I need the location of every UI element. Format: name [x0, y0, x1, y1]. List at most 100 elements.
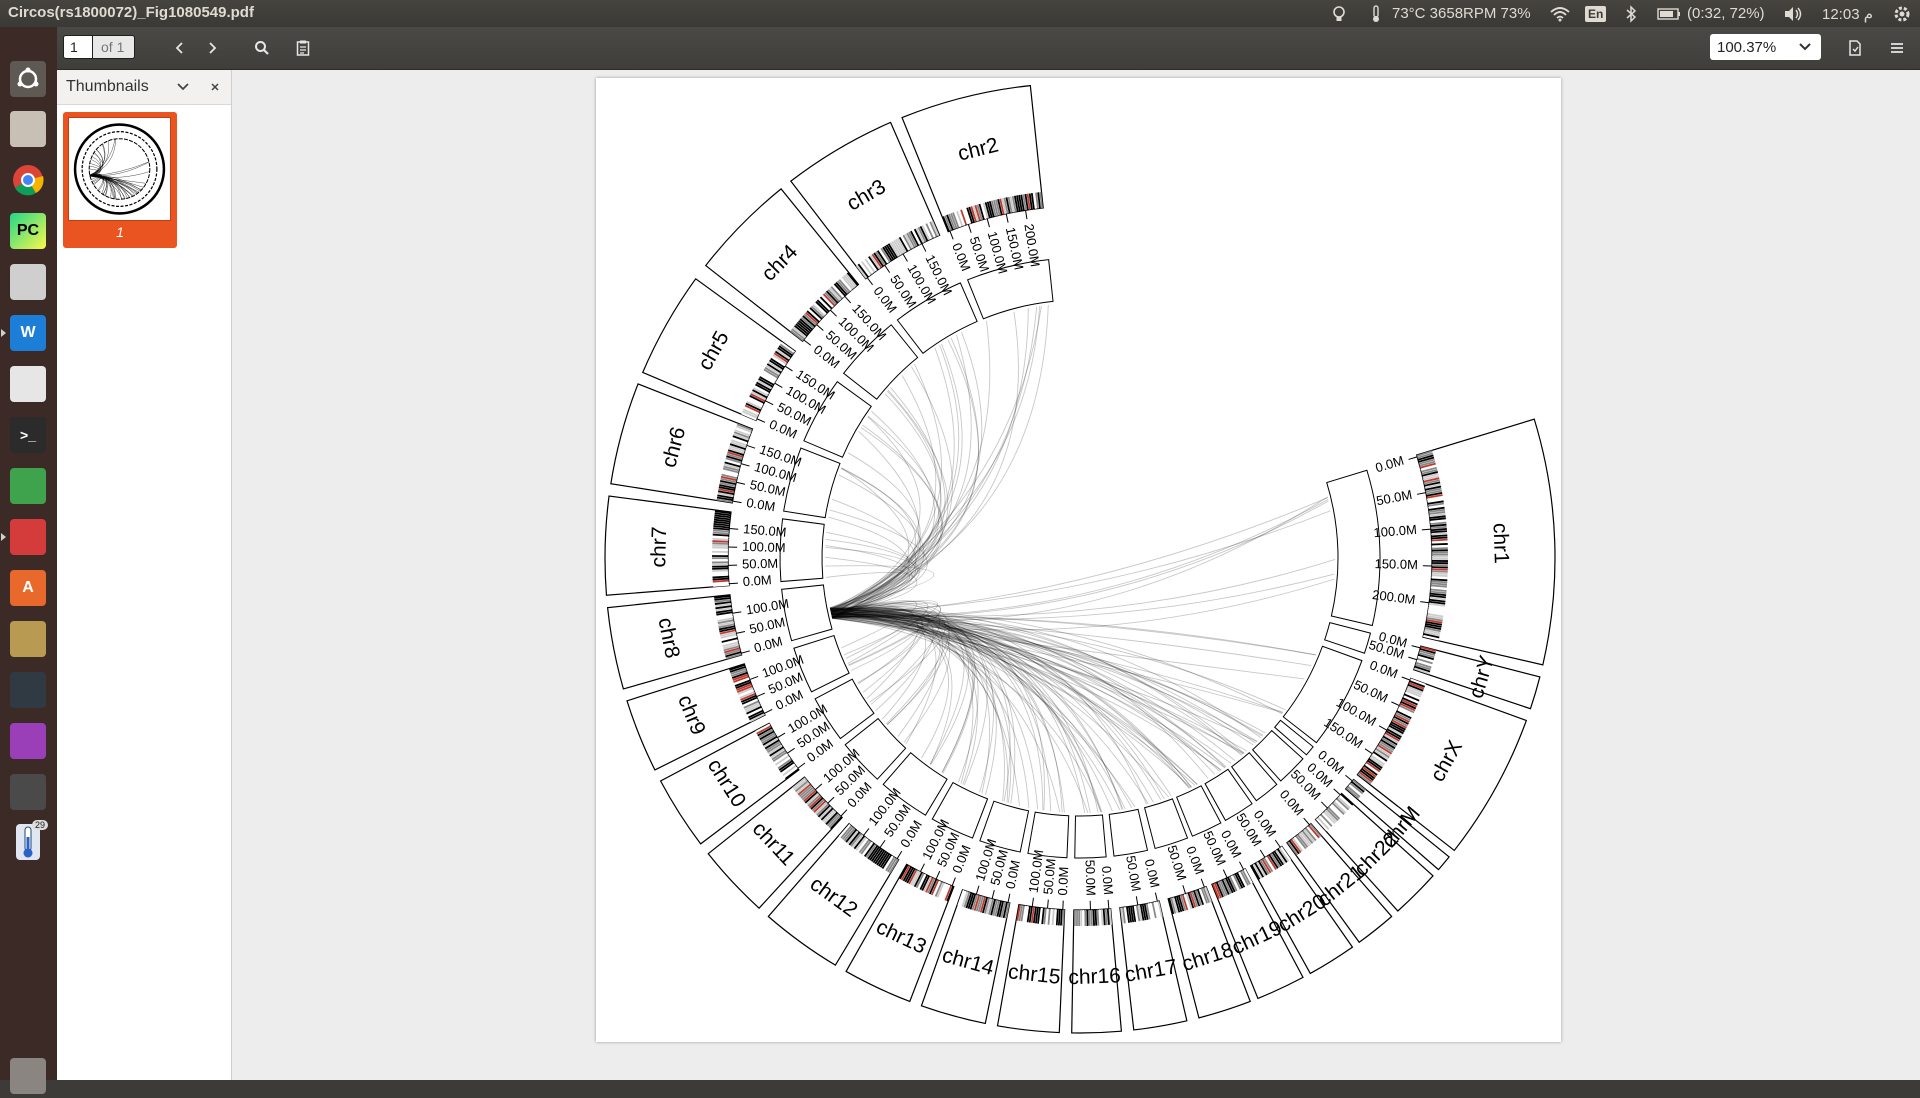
trash-icon[interactable]: [6, 1054, 50, 1098]
chr7-cytoband: [712, 542, 728, 544]
chr1-cytoband: [1432, 566, 1448, 568]
chr16-tick-label: 0.0M: [1099, 865, 1116, 895]
pdf-page[interactable]: 0.0M50.0M100.0M150.0M200.0M0.0M50.0M0.0M…: [596, 78, 1561, 1042]
volume-icon[interactable]: [1783, 0, 1803, 27]
settings-gear-icon[interactable]: [1893, 0, 1911, 27]
thermometer-icon[interactable]: 29: [6, 820, 50, 864]
document-toolbar: of 1 100.37%: [57, 27, 1920, 70]
chr16-cytoband: [1082, 910, 1084, 926]
chr10-tick: [798, 763, 805, 768]
chrome-icon[interactable]: [6, 158, 50, 202]
chr1-cytoband: [1432, 558, 1448, 560]
chrY-tick: [1408, 657, 1417, 660]
search-button[interactable]: [248, 35, 276, 61]
chr7-label: chr7: [647, 526, 671, 567]
clock[interactable]: م 12:03: [1822, 0, 1873, 27]
chr16-tick-label: 50.0M: [1083, 859, 1099, 896]
chr16-cytoband: [1084, 910, 1086, 926]
wifi-icon[interactable]: [1550, 0, 1570, 27]
system-monitor-icon[interactable]: [6, 668, 50, 712]
wps-writer-icon[interactable]: W: [6, 311, 50, 355]
thumbnails-sidebar: Thumbnails 1: [57, 70, 232, 1080]
chr7-tick-label: 0.0M: [742, 572, 772, 589]
menu-button[interactable]: [1883, 35, 1911, 61]
terminal-icon-glyph: >_: [10, 417, 46, 453]
file-manager-icon[interactable]: [6, 107, 50, 151]
chr1-tick-label: 50.0M: [1375, 487, 1413, 508]
spreadsheet-icon[interactable]: [6, 464, 50, 508]
chr7-cytoband: [712, 563, 728, 565]
battery-icon[interactable]: [1657, 0, 1681, 27]
lightbulb-icon[interactable]: [1330, 0, 1348, 27]
chr1-cytoband: [1432, 554, 1448, 556]
chr18-tick: [1201, 879, 1204, 887]
sidebar-title: Thumbnails: [66, 78, 149, 96]
previous-page-button[interactable]: [167, 35, 193, 61]
chr1-cytoband: [1432, 568, 1448, 570]
document-viewer-icon[interactable]: [6, 362, 50, 406]
zoom-value: 100.37%: [1717, 39, 1776, 56]
close-sidebar-icon[interactable]: [210, 82, 220, 92]
chr7-cytoband: [712, 555, 728, 557]
battery-status-text[interactable]: (0:32, 72%): [1687, 0, 1765, 27]
chr1-tick: [1420, 602, 1429, 603]
chr14-tick: [976, 886, 979, 895]
chr18-inner-track: [1145, 799, 1188, 849]
workspace-icon-glyph: [10, 723, 46, 759]
keyboard-layout-indicator[interactable]: En: [1585, 0, 1606, 27]
terminal-icon[interactable]: >_: [6, 413, 50, 457]
chr5-inner-track: [804, 382, 871, 458]
ubuntu-dash-icon[interactable]: [6, 57, 50, 101]
system-status-text[interactable]: 73°C 3658RPM 73%: [1392, 0, 1531, 27]
archive-manager-icon[interactable]: [6, 617, 50, 661]
window-icon[interactable]: [6, 770, 50, 814]
launcher: PC W >_ A 29: [0, 27, 57, 1080]
ubuntu-dash-icon-glyph: [10, 61, 46, 97]
pycharm-icon[interactable]: PC: [6, 209, 50, 253]
zoom-select[interactable]: 100.37%: [1710, 34, 1821, 60]
document-properties-button[interactable]: [1841, 35, 1869, 61]
chr22-tick: [1334, 789, 1341, 795]
chr12-tick: [880, 840, 885, 847]
chr22-tick: [1321, 802, 1327, 808]
workspace-icon[interactable]: [6, 719, 50, 763]
chr4-tick: [830, 310, 836, 316]
annotations-button[interactable]: [289, 35, 317, 61]
chr12-tick: [897, 851, 902, 859]
chr7-cytoband: [712, 540, 728, 543]
chr7-cytoband: [712, 574, 728, 577]
circos-chord-diagram: 0.0M50.0M100.0M150.0M200.0M0.0M50.0M0.0M…: [596, 78, 1561, 1042]
chrY-label: chrY: [1465, 653, 1499, 701]
document-viewer[interactable]: 0.0M50.0M100.0M150.0M200.0M0.0M50.0M0.0M…: [232, 70, 1920, 1080]
chr4-tick: [845, 296, 851, 303]
chr1-cytoband: [1432, 549, 1448, 551]
chr14-tick: [992, 890, 994, 899]
text-editor-icon[interactable]: [6, 260, 50, 304]
temperature-icon[interactable]: [1370, 0, 1382, 27]
thumbnail-link: [90, 139, 116, 175]
thumbnail-item[interactable]: 1: [63, 112, 177, 248]
chr17-tick: [1155, 893, 1157, 902]
chrM-tick: [1345, 775, 1352, 781]
next-page-button[interactable]: [199, 35, 225, 61]
sidebar-header: Thumbnails: [57, 70, 231, 105]
software-center-icon[interactable]: A: [6, 566, 50, 610]
page-number-input[interactable]: [63, 35, 93, 59]
chord-link: [832, 312, 1019, 616]
chr10-tick: [787, 748, 794, 753]
chr1-cytoband: [1432, 547, 1448, 549]
chr2-tick: [950, 231, 953, 239]
chr1-tick-label: 0.0M: [1374, 453, 1406, 476]
running-indicator: [1, 533, 6, 541]
sidebar-mode-chevron-down-icon[interactable]: [177, 83, 189, 91]
pdf-reader-icon-glyph: [10, 519, 46, 555]
pdf-reader-icon[interactable]: [6, 515, 50, 559]
chr13-tick: [952, 878, 955, 886]
chr7-cytoband: [712, 570, 728, 572]
chr21-tick: [1304, 818, 1310, 825]
bluetooth-icon[interactable]: [1625, 0, 1637, 27]
clipboard-icon: [296, 40, 310, 56]
chr1-cytoband: [1432, 543, 1448, 545]
window-title: Circos(rs1800072)_Fig1080549.pdf: [8, 4, 254, 21]
chr4-tick: [804, 340, 811, 346]
